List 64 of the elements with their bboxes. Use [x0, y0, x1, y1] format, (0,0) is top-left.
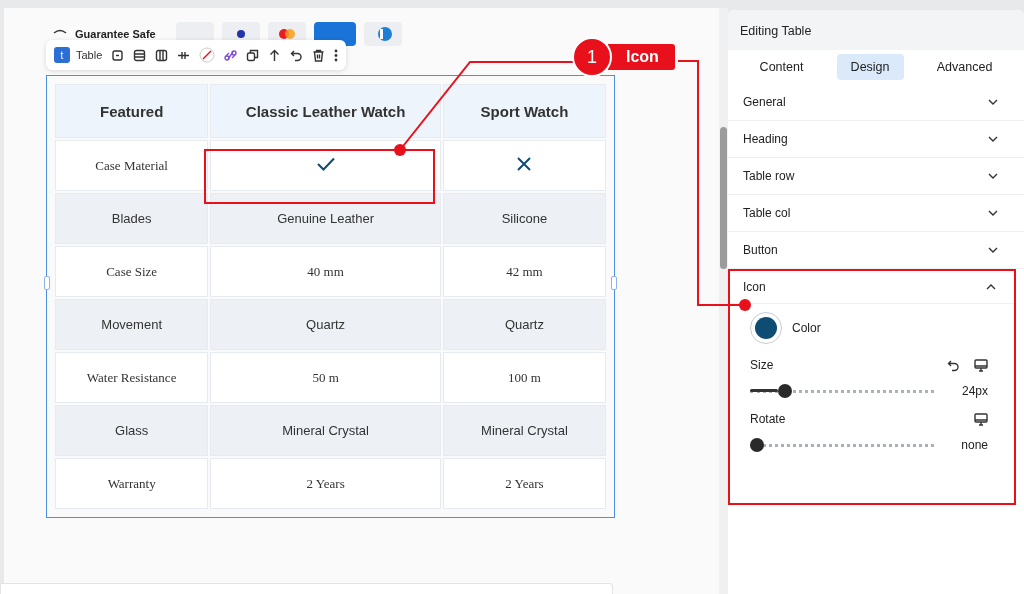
slider-track[interactable] [750, 439, 934, 451]
close-icon [517, 157, 532, 171]
monitor-icon[interactable] [974, 358, 988, 372]
tab[interactable]: Design [836, 54, 904, 80]
payment-card-icon [363, 22, 402, 46]
no-color-icon[interactable] [199, 47, 216, 63]
chevron-icon [988, 247, 998, 253]
table-cell: Case Material [55, 140, 209, 191]
slider-thumb[interactable] [777, 384, 792, 398]
table-cell: Genuine Leather [210, 193, 441, 244]
table-cell: Warranty [55, 458, 209, 509]
slider-value: 24px [960, 384, 988, 398]
block-label: Table [76, 49, 103, 61]
table-cell: Mineral Crystal [442, 405, 606, 456]
table-cell: 50 m [210, 352, 441, 403]
chevron-icon [988, 99, 998, 105]
select-parent-icon[interactable] [111, 48, 125, 62]
scrollbar-thumb[interactable] [720, 127, 728, 269]
table-cell: Movement [55, 299, 209, 350]
column-header: Featured [55, 84, 209, 138]
link-icon[interactable] [224, 48, 238, 62]
more-icon[interactable] [334, 48, 339, 62]
resize-handle[interactable] [44, 276, 50, 290]
chevron-icon [986, 284, 996, 290]
rotate-label: Rotate [750, 412, 786, 426]
check-icon [316, 157, 335, 171]
tab[interactable]: Content [745, 54, 818, 80]
color-label: Color [792, 321, 821, 335]
table-cell: Water Resistance [55, 352, 209, 403]
tab[interactable]: Advanced [922, 54, 1007, 80]
undo-icon[interactable] [947, 358, 960, 372]
table-cell: 2 Years [442, 458, 606, 509]
duplicate-icon[interactable] [246, 48, 260, 62]
table-cell: Quartz [210, 299, 441, 350]
slider-track[interactable] [750, 385, 934, 397]
table-cell: Silicone [442, 193, 606, 244]
brand-text: Guarantee Safe [75, 28, 156, 40]
slider-value: none [960, 438, 988, 452]
table-cell: 42 mm [442, 246, 606, 297]
resize-handle[interactable] [611, 276, 617, 290]
block-icon[interactable]: t [54, 47, 70, 63]
table-cell: 40 mm [210, 246, 441, 297]
table-cell: Mineral Crystal [210, 405, 441, 456]
rows-icon[interactable] [133, 48, 147, 62]
trash-icon[interactable] [312, 48, 326, 62]
table-cell: Blades [55, 193, 209, 244]
undo-icon[interactable] [290, 48, 304, 62]
size-label: Size [750, 358, 774, 372]
table-cell: Quartz [442, 299, 606, 350]
chevron-icon [988, 173, 998, 179]
table-cell: Glass [55, 405, 209, 456]
column-header: Classic Leather Watch [210, 84, 441, 138]
callout-label: Icon [608, 44, 675, 70]
chevron-icon [988, 210, 998, 216]
table-cell: 100 m [442, 352, 606, 403]
columns-icon[interactable] [155, 48, 169, 62]
table-cell: Case Size [55, 246, 209, 297]
slider-thumb[interactable] [750, 438, 764, 452]
panel-title: Editing Table [728, 10, 1024, 50]
monitor-icon[interactable] [974, 412, 988, 426]
table-cell: 2 Years [210, 458, 441, 509]
table-frame[interactable] [46, 75, 615, 518]
chevron-icon [988, 136, 998, 142]
column-header: Sport Watch [442, 84, 606, 138]
